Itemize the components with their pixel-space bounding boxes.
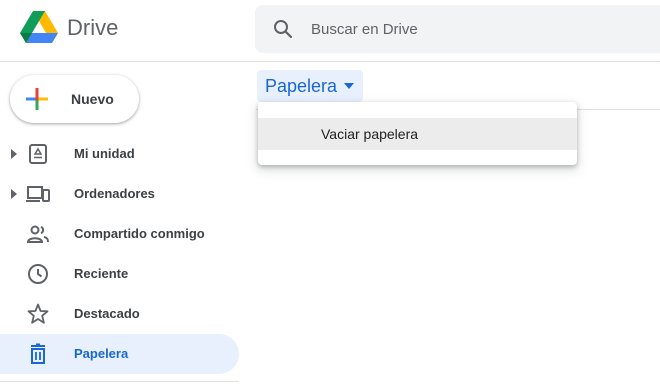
menu-item-label: Vaciar papelera [321, 126, 419, 142]
new-button[interactable]: Nuevo [10, 75, 139, 123]
breadcrumb-papelera-button[interactable]: Papelera [257, 70, 363, 102]
sidebar-divider [0, 381, 239, 382]
app-title[interactable]: Drive [67, 15, 118, 41]
search-icon[interactable] [271, 17, 295, 41]
sidebar-item-ordenadores[interactable]: Ordenadores [0, 174, 239, 214]
new-button-label: Nuevo [71, 91, 114, 107]
shared-icon [26, 225, 49, 243]
expand-caret-icon[interactable] [10, 189, 18, 199]
sidebar-item-compartido[interactable]: Compartido conmigo [0, 214, 239, 254]
search-bar[interactable] [255, 5, 660, 53]
empty-trash-menu-item[interactable]: Vaciar papelera [258, 118, 577, 150]
sidebar-item-label: Papelera [74, 346, 129, 361]
expand-caret-icon[interactable] [10, 149, 18, 159]
dropdown-arrow-icon [344, 83, 354, 89]
drive-logo-icon[interactable] [20, 11, 58, 47]
dropdown-menu: Vaciar papelera [258, 102, 577, 165]
sidebar-item-label: Mi unidad [74, 146, 135, 161]
sidebar-item-destacado[interactable]: Destacado [0, 294, 239, 334]
sidebar-item-label: Reciente [74, 266, 129, 281]
my-drive-icon [29, 144, 47, 164]
sidebar-item-label: Compartido conmigo [74, 226, 205, 241]
trash-icon [31, 343, 45, 364]
sidebar-item-reciente[interactable]: Reciente [0, 254, 239, 294]
header-divider [0, 61, 660, 62]
clock-icon [28, 264, 48, 284]
computers-icon [26, 186, 50, 202]
sidebar-item-label: Ordenadores [74, 186, 155, 201]
star-icon [27, 303, 49, 324]
search-input[interactable] [311, 5, 651, 53]
sidebar-item-label: Destacado [74, 306, 140, 321]
sidebar-item-mi-unidad[interactable]: Mi unidad [0, 134, 239, 174]
breadcrumb-label: Papelera [265, 76, 338, 96]
sidebar-item-papelera[interactable]: Papelera [0, 334, 239, 374]
plus-icon [26, 88, 48, 110]
